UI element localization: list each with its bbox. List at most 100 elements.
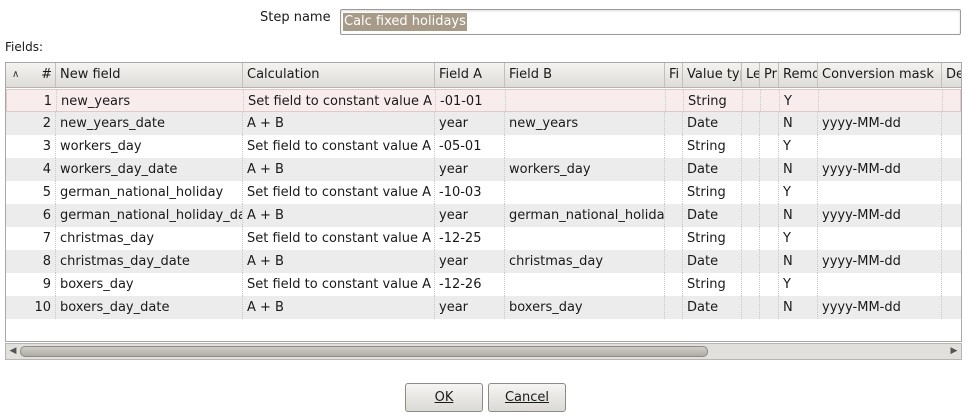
scroll-left-icon[interactable]: ◀ (6, 344, 20, 359)
cell-col-value-type[interactable]: Date (683, 204, 742, 227)
cell-col-precision[interactable] (760, 227, 779, 250)
cell-col-precision[interactable] (761, 90, 780, 113)
scroll-right-icon[interactable]: ▶ (947, 344, 961, 359)
cell-col-remove[interactable]: N (779, 296, 818, 319)
cell-col-field-c[interactable] (665, 227, 683, 250)
header-col-index[interactable]: # (6, 63, 56, 87)
header-col-precision[interactable]: Pr (760, 63, 779, 87)
cell-col-calculation[interactable]: A + B (243, 204, 435, 227)
cell-col-decimal[interactable] (942, 227, 961, 250)
header-col-calculation[interactable]: Calculation (243, 63, 435, 87)
cell-col-calculation[interactable]: Set field to constant value A (243, 135, 435, 158)
cell-col-field-b[interactable] (505, 273, 665, 296)
cell-col-field-a[interactable]: year (435, 204, 505, 227)
cell-col-field-a[interactable]: -12-25 (435, 227, 505, 250)
header-col-field-b[interactable]: Field B (505, 63, 665, 87)
cell-col-field-a[interactable]: year (435, 112, 505, 135)
cell-col-decimal[interactable] (942, 158, 961, 181)
cell-col-field-a[interactable]: year (435, 296, 505, 319)
cell-col-field-a[interactable]: -12-26 (435, 273, 505, 296)
cell-col-field-b[interactable]: christmas_day (505, 250, 665, 273)
cell-col-conversion-mask[interactable]: yyyy-MM-dd (818, 250, 942, 273)
step-name-input[interactable]: Calc fixed holidays (340, 9, 961, 35)
fields-table[interactable]: ∧ # New field Calculation Field A Field B Fi V… (5, 62, 962, 342)
cell-col-conversion-mask[interactable]: yyyy-MM-dd (818, 158, 942, 181)
cell-col-new-field[interactable]: workers_day (56, 135, 243, 158)
cell-col-remove[interactable]: N (779, 204, 818, 227)
cell-col-conversion-mask[interactable] (818, 273, 942, 296)
cell-col-field-c[interactable] (666, 90, 684, 113)
cell-col-decimal[interactable] (942, 204, 961, 227)
cell-col-new-field[interactable]: new_years_date (56, 112, 243, 135)
header-col-remove[interactable]: Remo (779, 63, 818, 87)
cell-col-field-c[interactable] (665, 158, 683, 181)
header-col-field-c[interactable]: Fi (665, 63, 683, 87)
cell-col-remove[interactable]: Y (779, 181, 818, 204)
cell-col-field-b[interactable]: workers_day (505, 158, 665, 181)
cell-col-field-b[interactable] (506, 90, 666, 113)
cell-col-conversion-mask[interactable] (819, 90, 943, 113)
cell-col-new-field[interactable]: boxers_day (56, 273, 243, 296)
cell-col-calculation[interactable]: Set field to constant value A (243, 227, 435, 250)
cell-col-remove[interactable]: Y (780, 90, 819, 113)
cell-col-remove[interactable]: N (779, 112, 818, 135)
header-col-new-field[interactable]: New field (56, 63, 243, 87)
cell-col-field-c[interactable] (665, 250, 683, 273)
table-row[interactable]: 9 boxers_day Set field to constant value A… (6, 273, 961, 296)
cell-col-precision[interactable] (760, 250, 779, 273)
table-row[interactable]: 3 workers_day Set field to constant value … (6, 135, 961, 158)
cell-col-field-c[interactable] (665, 273, 683, 296)
cell-col-field-c[interactable] (665, 204, 683, 227)
cell-col-value-type[interactable]: Date (683, 158, 742, 181)
cell-col-value-type[interactable]: String (683, 273, 742, 296)
cell-col-length[interactable] (742, 227, 760, 250)
cell-col-length[interactable] (742, 135, 760, 158)
cell-col-precision[interactable] (760, 135, 779, 158)
cell-col-calculation[interactable]: A + B (243, 250, 435, 273)
cell-col-remove[interactable]: N (779, 158, 818, 181)
cell-col-conversion-mask[interactable] (818, 227, 942, 250)
table-row[interactable]: 6 german_national_holiday_da A + Byear germ… (6, 204, 961, 227)
header-col-decimal[interactable]: De (942, 63, 961, 87)
cell-col-new-field[interactable]: christmas_day_date (56, 250, 243, 273)
cell-col-calculation[interactable]: A + B (243, 112, 435, 135)
cell-col-new-field[interactable]: christmas_day (56, 227, 243, 250)
cell-col-precision[interactable] (760, 273, 779, 296)
cell-col-field-c[interactable] (665, 135, 683, 158)
cell-col-decimal[interactable] (942, 273, 961, 296)
cell-col-value-type[interactable]: Date (683, 250, 742, 273)
cancel-button[interactable]: Cancel (488, 383, 566, 412)
cell-col-length[interactable] (742, 273, 760, 296)
header-col-value-type[interactable]: Value typ (683, 63, 742, 87)
cell-col-decimal[interactable] (942, 135, 961, 158)
cell-col-new-field[interactable]: workers_day_date (56, 158, 243, 181)
cell-col-value-type[interactable]: String (683, 181, 742, 204)
cell-col-conversion-mask[interactable] (818, 181, 942, 204)
cell-col-field-a[interactable]: -10-03 (435, 181, 505, 204)
cell-col-length[interactable] (742, 181, 760, 204)
cell-col-field-a[interactable]: year (435, 158, 505, 181)
cell-col-precision[interactable] (760, 181, 779, 204)
cell-col-value-type[interactable]: String (684, 90, 743, 113)
cell-col-precision[interactable] (760, 296, 779, 319)
table-row[interactable]: 2 new_years_date A + Byear new_years Date Nyy… (6, 112, 961, 135)
cell-col-calculation[interactable]: A + B (243, 158, 435, 181)
cell-col-length[interactable] (742, 112, 760, 135)
cell-col-calculation[interactable]: Set field to constant value A (243, 181, 435, 204)
cell-col-field-b[interactable]: german_national_holida (505, 204, 665, 227)
cell-col-length[interactable] (742, 158, 760, 181)
cell-col-value-type[interactable]: Date (683, 296, 742, 319)
cell-col-length[interactable] (742, 296, 760, 319)
cell-col-field-b[interactable] (505, 181, 665, 204)
cell-col-conversion-mask[interactable]: yyyy-MM-dd (818, 296, 942, 319)
scrollbar-thumb[interactable] (20, 346, 708, 357)
table-row[interactable]: 1 new_years Set field to constant value A-… (6, 89, 961, 113)
cell-col-new-field[interactable]: german_national_holiday (56, 181, 243, 204)
cell-col-field-c[interactable] (665, 296, 683, 319)
cell-col-remove[interactable]: Y (779, 227, 818, 250)
cell-col-new-field[interactable]: german_national_holiday_da (56, 204, 243, 227)
cell-col-decimal[interactable] (943, 90, 961, 113)
cell-col-precision[interactable] (760, 112, 779, 135)
cell-col-new-field[interactable]: boxers_day_date (56, 296, 243, 319)
table-row[interactable]: 4 workers_day_date A + Byear workers_day Dat… (6, 158, 961, 181)
